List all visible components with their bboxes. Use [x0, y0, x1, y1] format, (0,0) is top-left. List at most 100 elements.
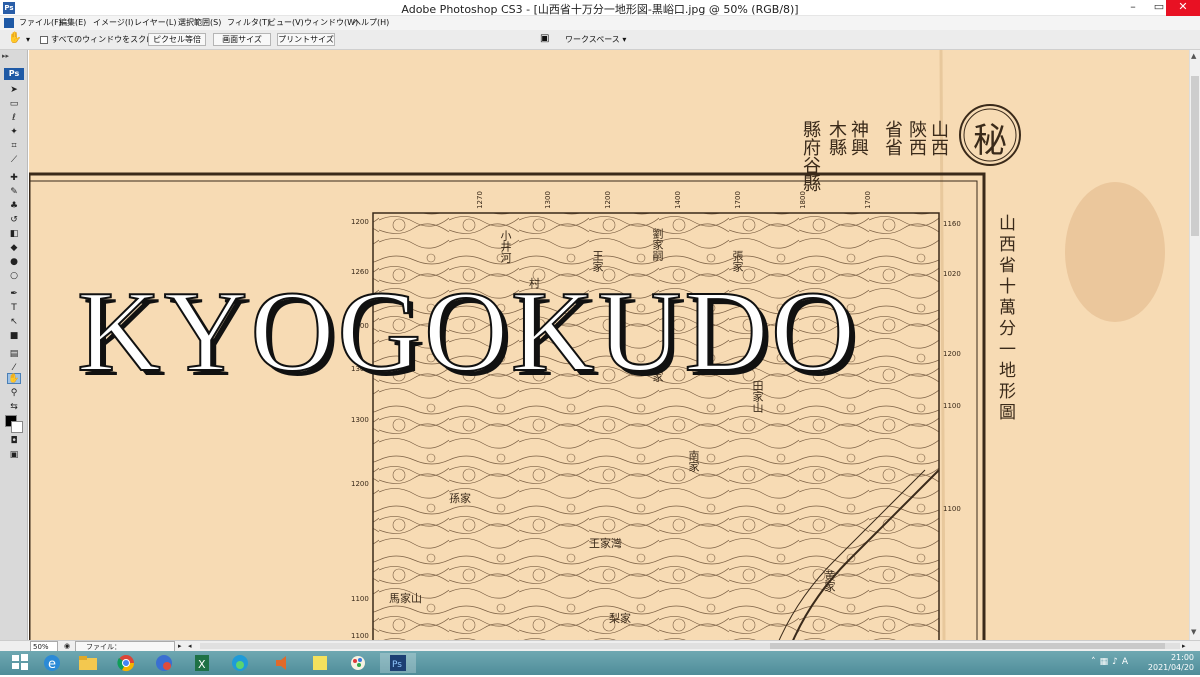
- document-icon[interactable]: [4, 18, 14, 28]
- lasso-tool-icon[interactable]: ℓ: [7, 113, 21, 124]
- tick-label-left: 1300: [351, 416, 369, 424]
- status-menu-arrow-icon[interactable]: ▸: [178, 641, 182, 651]
- crop-tool-icon[interactable]: ⌗: [7, 141, 21, 152]
- scroll-right-arrow-icon[interactable]: ▸: [1182, 641, 1186, 651]
- scroll-down-arrow-icon[interactable]: ▼: [1191, 628, 1196, 636]
- swap-colors-icon[interactable]: ⇆: [7, 402, 21, 413]
- header-col-1: 山西: [928, 120, 949, 156]
- tray-chevron-icon[interactable]: ˄: [1091, 657, 1100, 667]
- status-bar: 50% ◉ ファイル：191.9M/191.7M ▸ ◂ ▸: [0, 640, 1200, 663]
- print-size-button[interactable]: プリントサイズ: [277, 33, 335, 46]
- tray-volume-icon[interactable]: ♪: [1112, 657, 1122, 667]
- status-info-icon[interactable]: ◉: [62, 641, 72, 651]
- actual-pixels-button[interactable]: ピクセル等倍: [148, 33, 206, 46]
- paint-app-icon[interactable]: [340, 653, 376, 673]
- toolbox: ▸▸ Ps ➤ ▭ ℓ ✦ ⌗ ⟋ ✚ ✎ ♣ ↺ ◧ ◆ ● ○ ✒ T ↖ …: [0, 50, 28, 640]
- system-tray[interactable]: 21:00 2021/04/20: [1148, 653, 1194, 673]
- shape-tool-icon[interactable]: ■: [7, 331, 21, 342]
- tick-label-right: 1160: [943, 220, 961, 228]
- file-explorer-icon[interactable]: [70, 653, 106, 673]
- scroll-left-arrow-icon[interactable]: ◂: [188, 641, 192, 651]
- dodge-tool-icon[interactable]: ○: [7, 271, 21, 282]
- mail-app-icon[interactable]: [146, 653, 182, 673]
- menu-view[interactable]: ビュー(V): [266, 16, 306, 30]
- toolbox-grip-icon[interactable]: ▸▸: [2, 52, 9, 60]
- windows-taskbar: e X Ps 21:00 2021/04/20 ˄▦♪A: [0, 651, 1200, 675]
- place-name: 小井河: [499, 230, 512, 263]
- hand-tool-icon[interactable]: ✋: [8, 32, 22, 44]
- brush-tool-icon[interactable]: ✎: [7, 187, 21, 198]
- move-tool-icon[interactable]: ➤: [7, 85, 21, 96]
- media-player-icon[interactable]: [264, 653, 300, 673]
- quick-mask-icon[interactable]: ◘: [7, 436, 21, 447]
- place-name: 黄家: [823, 570, 836, 592]
- photoshop-taskbar-icon[interactable]: Ps: [380, 653, 416, 673]
- paint-bucket-tool-icon[interactable]: ◆: [7, 243, 21, 254]
- workspace-menu[interactable]: ワークスペース ▾: [565, 34, 626, 46]
- eraser-tool-icon[interactable]: ◧: [7, 229, 21, 240]
- horizontal-scroll-thumb[interactable]: [770, 643, 1165, 649]
- scroll-all-windows-checkbox[interactable]: [40, 36, 48, 44]
- notes-tool-icon[interactable]: ▤: [7, 349, 21, 360]
- menu-layer[interactable]: レイヤー(L): [132, 16, 178, 30]
- tray-ime-icon[interactable]: A: [1122, 657, 1132, 667]
- photoshop-logo[interactable]: Ps: [4, 68, 24, 80]
- document-canvas[interactable]: 秘 山西 陝西 省省 神興 木縣 縣府谷縣 山西省十萬分一地形圖 1200 12…: [29, 50, 1189, 640]
- svg-text:Ps: Ps: [392, 660, 402, 670]
- vertical-scroll-thumb[interactable]: [1191, 76, 1199, 236]
- tick-label-top: 1400: [673, 191, 682, 209]
- place-name: 馬家山: [389, 592, 422, 605]
- zoom-tool-icon[interactable]: ⚲: [7, 388, 21, 399]
- healing-brush-tool-icon[interactable]: ✚: [7, 173, 21, 184]
- menu-help[interactable]: ヘルプ(H): [351, 16, 391, 30]
- tick-label-left: 1200: [351, 218, 369, 226]
- close-button[interactable]: ✕: [1166, 0, 1200, 16]
- window-title: Adobe Photoshop CS3 - [山西省十万分一地形図-黒峪口.jp…: [401, 3, 799, 16]
- type-tool-icon[interactable]: T: [7, 303, 21, 314]
- clock-date: 2021/04/20: [1147, 663, 1194, 672]
- menu-filter[interactable]: フィルタ(T): [225, 16, 272, 30]
- background-color-swatch[interactable]: [11, 421, 23, 433]
- tray-network-icon[interactable]: ▦: [1100, 657, 1113, 667]
- tick-label-right: 1100: [943, 505, 961, 513]
- title-bar: Ps Adobe Photoshop CS3 - [山西省十万分一地形図-黒峪口…: [0, 0, 1200, 16]
- tick-label-right: 1100: [943, 402, 961, 410]
- path-selection-tool-icon[interactable]: ↖: [7, 317, 21, 328]
- internet-explorer-icon[interactable]: e: [34, 653, 70, 673]
- tool-preset-dropdown-icon[interactable]: ▾: [26, 34, 30, 46]
- menu-select[interactable]: 選択範囲(S): [176, 16, 223, 30]
- clone-stamp-tool-icon[interactable]: ♣: [7, 201, 21, 212]
- place-name: 王家灣: [589, 537, 622, 550]
- sticky-notes-icon[interactable]: [302, 653, 338, 673]
- menu-edit[interactable]: 編集(E): [57, 16, 88, 30]
- header-col-4: 神興: [848, 120, 869, 156]
- menu-image[interactable]: イメージ(I): [91, 16, 135, 30]
- vertical-scrollbar[interactable]: ▲ ▼: [1189, 50, 1200, 640]
- svg-text:e: e: [48, 657, 56, 672]
- tick-label-top: 1700: [733, 191, 742, 209]
- slice-tool-icon[interactable]: ⟋: [7, 155, 21, 166]
- hand-tool-button-icon[interactable]: ✋: [7, 373, 21, 384]
- place-name: 南家: [687, 450, 700, 472]
- header-col-5: 木縣: [826, 120, 847, 156]
- tick-label-top: 1200: [603, 191, 612, 209]
- start-button[interactable]: [2, 653, 38, 673]
- edge-icon[interactable]: [222, 653, 258, 673]
- scroll-up-arrow-icon[interactable]: ▲: [1191, 52, 1196, 60]
- blur-tool-icon[interactable]: ●: [7, 257, 21, 268]
- workspace-icon[interactable]: ▣: [540, 33, 549, 45]
- marquee-tool-icon[interactable]: ▭: [7, 99, 21, 110]
- options-bar: ✋ ▾ すべてのウィンドウをスクロール ピクセル等倍 画面サイズ プリントサイズ…: [0, 30, 1200, 50]
- fit-screen-button[interactable]: 画面サイズ: [213, 33, 271, 46]
- tray-icons[interactable]: ˄▦♪A: [1091, 657, 1132, 667]
- pen-tool-icon[interactable]: ✒: [7, 289, 21, 300]
- excel-icon[interactable]: X: [184, 653, 220, 673]
- minimize-button[interactable]: –: [1120, 0, 1146, 16]
- history-brush-tool-icon[interactable]: ↺: [7, 215, 21, 226]
- windows-logo-icon: [12, 654, 28, 670]
- screen-mode-icon[interactable]: ▣: [7, 450, 21, 461]
- chrome-icon[interactable]: [108, 653, 144, 673]
- place-name: 孫家: [449, 492, 471, 505]
- magic-wand-tool-icon[interactable]: ✦: [7, 127, 21, 138]
- tick-label-left: 1100: [351, 595, 369, 603]
